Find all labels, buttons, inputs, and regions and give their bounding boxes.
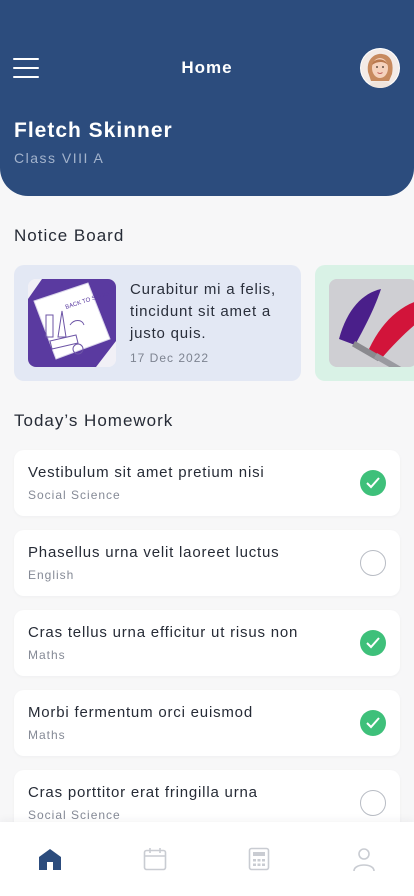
- homework-subject: Social Science: [28, 808, 121, 822]
- profile-icon[interactable]: [351, 846, 377, 872]
- home-icon[interactable]: [37, 846, 63, 872]
- check-icon[interactable]: [360, 470, 386, 496]
- notice-card[interactable]: [315, 265, 414, 381]
- notice-board-title: Notice Board: [14, 226, 125, 245]
- check-icon[interactable]: [360, 710, 386, 736]
- homework-item[interactable]: Phasellus urna velit laoreet luctus Engl…: [14, 530, 400, 596]
- homework-item[interactable]: Vestibulum sit amet pretium nisi Social …: [14, 450, 400, 516]
- homework-title-text: Vestibulum sit amet pretium nisi: [28, 464, 265, 481]
- notice-carousel[interactable]: BACK TO SCHOOL Curabitur mi a felis, tin…: [0, 265, 414, 381]
- homework-subject: Maths: [28, 648, 66, 662]
- check-icon[interactable]: [360, 630, 386, 656]
- homework-subject: English: [28, 568, 75, 582]
- bottom-nav: [0, 822, 414, 896]
- notice-card[interactable]: BACK TO SCHOOL Curabitur mi a felis, tin…: [14, 265, 301, 381]
- user-name: Fletch Skinner: [14, 119, 173, 142]
- homework-subject: Social Science: [28, 488, 121, 502]
- notice-date: 17 Dec 2022: [130, 351, 210, 365]
- notice-text: Curabitur mi a felis, tincidunt sit amet…: [130, 281, 277, 342]
- notice-image: BACK TO SCHOOL: [28, 279, 116, 367]
- page-title: Home: [181, 58, 233, 77]
- homework-subject: Maths: [28, 728, 66, 742]
- avatar[interactable]: [360, 48, 400, 88]
- header: Home Fletch Skinner Class VIII A: [0, 0, 414, 196]
- homework-title-text: Cras tellus urna efficitur ut risus non: [28, 624, 299, 641]
- calendar-icon[interactable]: [142, 846, 168, 872]
- homework-title: Today’s Homework: [14, 411, 174, 430]
- unchecked-circle-icon[interactable]: [360, 790, 386, 816]
- user-class: Class VIII A: [14, 150, 105, 166]
- homework-title-text: Phasellus urna velit laoreet luctus: [28, 544, 280, 561]
- homework-item[interactable]: Cras tellus urna efficitur ut risus non …: [14, 610, 400, 676]
- calculator-icon[interactable]: [246, 846, 272, 872]
- homework-title-text: Morbi fermentum orci euismod: [28, 704, 253, 721]
- homework-title-text: Cras porttitor erat fringilla urna: [28, 784, 258, 801]
- homework-item[interactable]: Morbi fermentum orci euismod Maths: [14, 690, 400, 756]
- unchecked-circle-icon[interactable]: [360, 550, 386, 576]
- notice-image: [329, 279, 414, 367]
